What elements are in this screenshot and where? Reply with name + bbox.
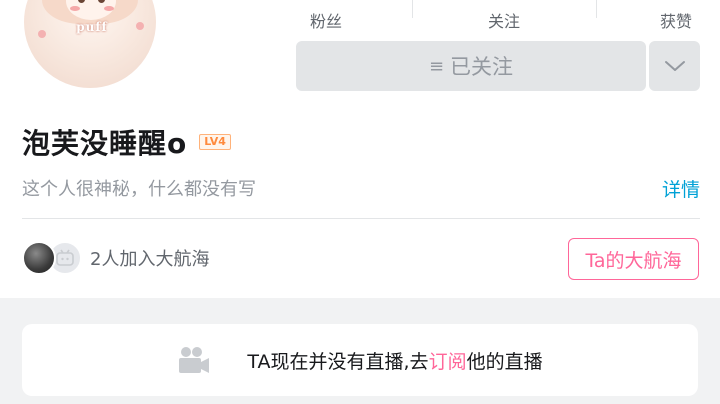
live-status-card: TA现在并没有直播,去订阅他的直播 [22,324,698,396]
name-row: 泡芙没睡醒o LV4 [22,122,231,162]
live-text-suffix: 他的直播 [466,350,543,373]
default-avatar-icon [56,249,74,266]
guard-members-row[interactable]: 2人加入大航海 [22,241,209,275]
username: 泡芙没睡醒o [22,127,188,160]
avatar-blush [70,6,80,11]
member-avatar [22,241,56,275]
avatar-text: puff [76,20,108,34]
stat-divider [412,0,413,18]
level-badge: LV4 [199,134,231,150]
following-button[interactable]: ≡ 已关注 [296,41,646,91]
live-text-prefix: TA现在并没有直播,去 [247,350,429,373]
avatar-blush [104,6,114,11]
stat-divider [596,0,597,18]
chevron-down-icon [664,61,685,71]
avatar-decoration [136,22,144,30]
user-bio: 这个人很神秘，什么都没有写 [22,179,256,200]
user-avatar[interactable]: puff [22,0,158,90]
menu-lines-icon: ≡ [428,55,445,77]
more-options-button[interactable] [649,41,700,91]
stat-fans-label[interactable]: 粉丝 [296,8,356,32]
guard-button[interactable]: Ta的大航海 [568,238,699,280]
stat-following-label[interactable]: 关注 [474,8,534,32]
guard-count-text: 2人加入大航海 [90,249,210,270]
section-divider [22,218,700,219]
profile-header: puff 粉丝 关注 获赞 ≡ 已关注 泡芙没睡醒o LV4 这个人很神秘，什么… [0,0,720,298]
live-status-text: TA现在并没有直播,去订阅他的直播 [247,347,542,374]
avatar-decoration [38,30,46,38]
following-label: 已关注 [450,55,514,79]
stat-likes-label[interactable]: 获赞 [646,8,706,32]
subscribe-link[interactable]: 订阅 [429,351,467,373]
details-link[interactable]: 详情 [662,175,700,202]
camera-icon [179,347,210,373]
